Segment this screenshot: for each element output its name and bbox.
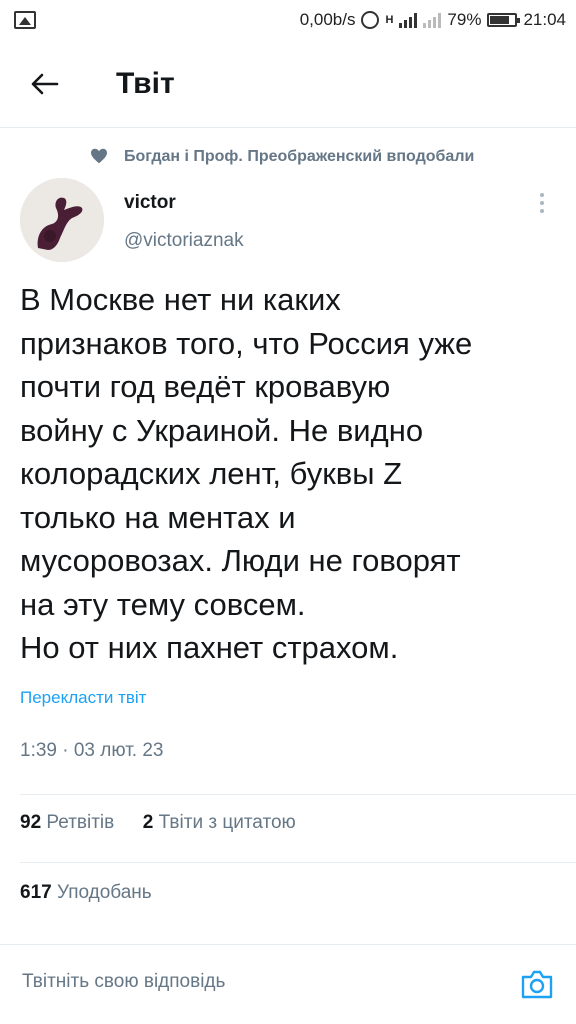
- tweet-line: В Москве нет ни каких: [20, 282, 341, 317]
- clock: 21:04: [523, 10, 566, 29]
- battery-percent: 79%: [447, 10, 482, 29]
- social-context-text: Богдан і Проф. Преображенский вподобали: [124, 148, 475, 165]
- reply-input[interactable]: Твітніть свою відповідь: [22, 971, 225, 993]
- back-arrow-icon: [31, 73, 59, 94]
- retweets-count: 92: [20, 812, 42, 833]
- tweet-timestamp: 1:39 · 03 лют. 23: [20, 740, 164, 761]
- translate-tweet-link[interactable]: Перекласти твіт: [20, 688, 146, 708]
- status-bar: 0,00b/s H 79% 21:04: [0, 0, 576, 40]
- retweets-link[interactable]: 92 Ретвітів: [20, 812, 114, 833]
- gallery-notification-icon: [14, 11, 36, 29]
- network-speed: 0,00b/s: [299, 10, 356, 29]
- tweet-line: мусоровозах. Люди не говорят: [20, 543, 461, 578]
- likes-label: Уподобань: [56, 882, 152, 903]
- tweet-line: почти год ведёт кровавую: [20, 369, 391, 404]
- reply-bar: Твітніть свою відповідь: [0, 944, 576, 1024]
- retweet-stats: 92 Ретвітів 2 Твіти з цитатою: [20, 812, 296, 834]
- tweet-line: колорадских лент, буквы Z: [20, 456, 403, 491]
- back-button[interactable]: [14, 54, 74, 114]
- camera-icon[interactable]: [520, 967, 554, 1001]
- likes-link[interactable]: 617 Уподобань: [20, 882, 152, 904]
- alarm-icon: [361, 11, 380, 29]
- avatar-image: [20, 178, 104, 262]
- more-options-button[interactable]: [530, 188, 554, 218]
- more-vertical-icon: [540, 193, 544, 213]
- signal-icon: [399, 12, 418, 28]
- tweet-line: только на ментах и: [20, 499, 296, 535]
- social-context[interactable]: Богдан і Проф. Преображенский вподобали: [0, 142, 576, 172]
- heart-icon: [91, 148, 107, 164]
- quotes-link[interactable]: 2 Твіти з цитатою: [143, 812, 296, 833]
- app-header: Твіт: [0, 40, 576, 128]
- retweets-label: Ретвітів: [46, 812, 115, 833]
- tweet-line: на эту тему совсем.: [20, 586, 306, 622]
- battery-icon: [487, 13, 521, 27]
- tweet-line: признаков того, что Россия уже: [20, 325, 473, 361]
- network-type: H: [385, 14, 394, 26]
- avatar[interactable]: [20, 178, 104, 262]
- page-title: Твіт: [116, 66, 175, 100]
- quotes-count: 2: [142, 812, 154, 833]
- quotes-label: Твіти з цитатою: [158, 812, 296, 833]
- author-name[interactable]: victor: [124, 192, 176, 214]
- author-handle[interactable]: @victoriaznak: [124, 230, 244, 252]
- tweet-line: войну с Украиной. Не видно: [20, 412, 424, 448]
- divider: [20, 794, 576, 795]
- tweet-line: Но от них пахнет страхом.: [20, 630, 399, 665]
- divider: [20, 862, 576, 863]
- tweet-text: В Москве нет ни каких признаков того, чт…: [20, 278, 565, 670]
- likes-count: 617: [20, 882, 52, 903]
- signal-2-icon: [423, 12, 442, 28]
